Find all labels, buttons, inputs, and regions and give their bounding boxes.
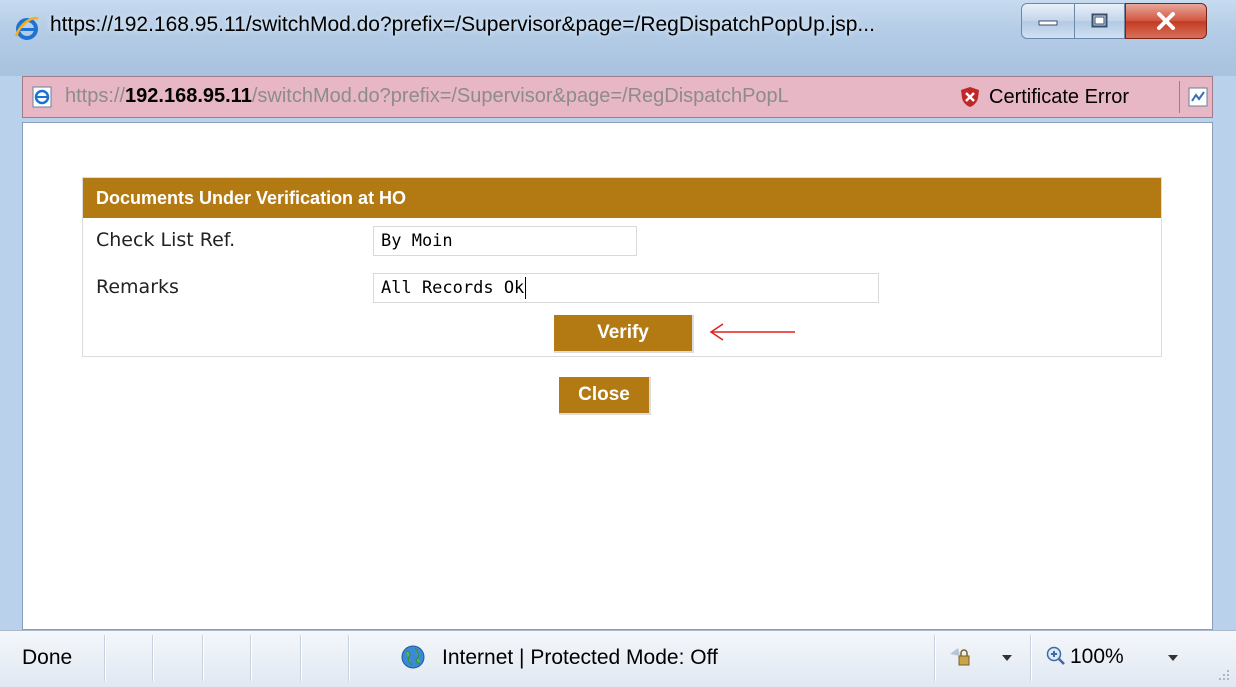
- resize-grip-icon[interactable]: [1216, 667, 1230, 681]
- status-separator: [348, 635, 350, 681]
- minimize-button[interactable]: [1021, 3, 1075, 39]
- address-bar[interactable]: https://192.168.95.11/switchMod.do?prefi…: [22, 76, 1213, 118]
- globe-icon: [401, 645, 425, 669]
- certificate-error-button[interactable]: Certificate Error: [959, 77, 1129, 117]
- page-content: Documents Under Verification at HO Check…: [22, 122, 1213, 630]
- url-prefix: https://: [65, 85, 126, 107]
- verify-button[interactable]: Verify: [554, 315, 694, 353]
- verification-panel: Documents Under Verification at HO Check…: [82, 177, 1162, 357]
- security-dropdown-icon[interactable]: [1002, 655, 1012, 661]
- compatibility-view-icon[interactable]: [1187, 86, 1209, 108]
- url-path: /switchMod.do?prefix=/Supervisor&page=/R…: [251, 85, 789, 107]
- window-titlebar[interactable]: https://192.168.95.11/switchMod.do?prefi…: [0, 0, 1236, 76]
- status-separator: [202, 635, 204, 681]
- status-separator: [300, 635, 302, 681]
- certificate-error-label: Certificate Error: [989, 85, 1130, 108]
- maximize-icon: [1091, 13, 1107, 28]
- status-separator: [934, 635, 936, 681]
- remarks-input[interactable]: All Records Ok: [373, 273, 879, 303]
- security-lock-icon[interactable]: [948, 644, 972, 668]
- panel-header: Documents Under Verification at HO: [83, 178, 1161, 218]
- close-button[interactable]: Close: [559, 377, 651, 415]
- remarks-label: Remarks: [96, 276, 179, 298]
- close-icon: [1157, 12, 1175, 30]
- remarks-value: All Records Ok: [381, 278, 525, 298]
- status-separator: [1030, 635, 1032, 681]
- close-window-button[interactable]: [1125, 3, 1207, 39]
- shield-error-icon: [961, 87, 979, 107]
- zoom-icon[interactable]: [1046, 646, 1066, 666]
- status-separator: [250, 635, 252, 681]
- ie-logo-icon: [14, 16, 40, 40]
- maximize-button[interactable]: [1075, 3, 1125, 39]
- url-field[interactable]: https://192.168.95.11/switchMod.do?prefi…: [65, 85, 955, 108]
- status-separator: [152, 635, 154, 681]
- zoom-dropdown-icon[interactable]: [1168, 655, 1178, 661]
- check-list-ref-label: Check List Ref.: [96, 229, 236, 251]
- text-caret: [525, 277, 527, 299]
- security-zone-text[interactable]: Internet | Protected Mode: Off: [442, 646, 718, 670]
- address-divider: [1179, 81, 1180, 113]
- status-separator: [104, 635, 106, 681]
- check-list-ref-input[interactable]: By Moin: [373, 226, 637, 256]
- url-host: 192.168.95.11: [125, 85, 252, 107]
- status-bar: Done Internet | Protected Mode: Off 100%: [0, 630, 1236, 687]
- window-title: https://192.168.95.11/switchMod.do?prefi…: [50, 13, 875, 36]
- annotation-arrow-icon: [709, 323, 795, 341]
- page-icon: [32, 86, 52, 108]
- zoom-level[interactable]: 100%: [1070, 645, 1124, 669]
- window-controls: [1021, 3, 1207, 41]
- status-text: Done: [22, 646, 73, 669]
- minimize-icon: [1038, 20, 1058, 26]
